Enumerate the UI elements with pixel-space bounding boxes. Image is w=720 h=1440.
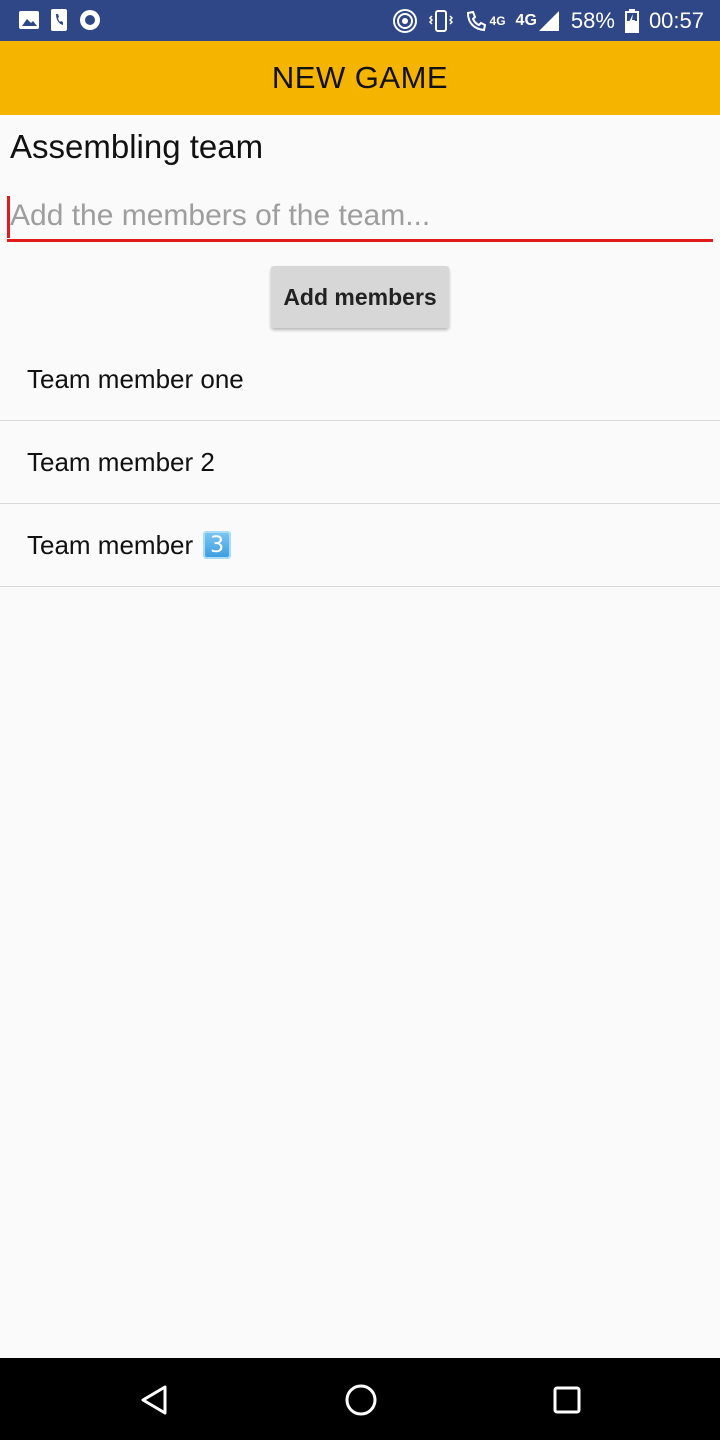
app-bar: NEW GAME: [0, 41, 720, 115]
battery-percent: 58%: [570, 7, 615, 33]
member-input-field[interactable]: [7, 192, 713, 242]
member-list: Team member one Team member 2 Team membe…: [0, 338, 720, 587]
network-label: 4G: [515, 11, 537, 29]
record-icon: [78, 8, 102, 32]
list-item[interactable]: Team member 3: [0, 504, 720, 587]
member-name: Team member: [27, 529, 194, 560]
member-name: Team member one: [27, 363, 244, 394]
recents-icon[interactable]: [545, 1378, 589, 1422]
call-network-label: 4G: [489, 13, 506, 28]
hotspot-icon: [392, 8, 418, 34]
navigation-bar: [0, 1358, 720, 1440]
phone-app-icon: [50, 8, 68, 32]
member-name: Team member 2: [27, 446, 215, 477]
section-title: Assembling team: [10, 128, 264, 165]
signal-icon: 4G: [516, 9, 561, 33]
clock: 00:57: [648, 7, 704, 33]
add-members-button[interactable]: Add members: [271, 266, 449, 328]
wifi-call-icon: 4G: [464, 8, 506, 34]
list-item[interactable]: Team member one: [0, 338, 720, 421]
status-right-icons: 4G 4G 58% 00:57: [392, 0, 704, 41]
back-icon[interactable]: [132, 1378, 176, 1422]
app-bar-title: NEW GAME: [271, 60, 449, 95]
list-item[interactable]: Team member 2: [0, 421, 720, 504]
battery-icon: [624, 8, 639, 33]
status-bar: 4G 4G 58% 00:57: [0, 0, 720, 41]
vibrate-icon: [428, 8, 454, 34]
member-name-wrap: Team member 3: [27, 529, 232, 561]
home-icon[interactable]: [339, 1378, 383, 1422]
image-icon: [18, 9, 40, 31]
member-input[interactable]: [10, 192, 710, 239]
status-left-icons: [18, 8, 102, 32]
keycap-emoji: 3: [203, 531, 232, 559]
